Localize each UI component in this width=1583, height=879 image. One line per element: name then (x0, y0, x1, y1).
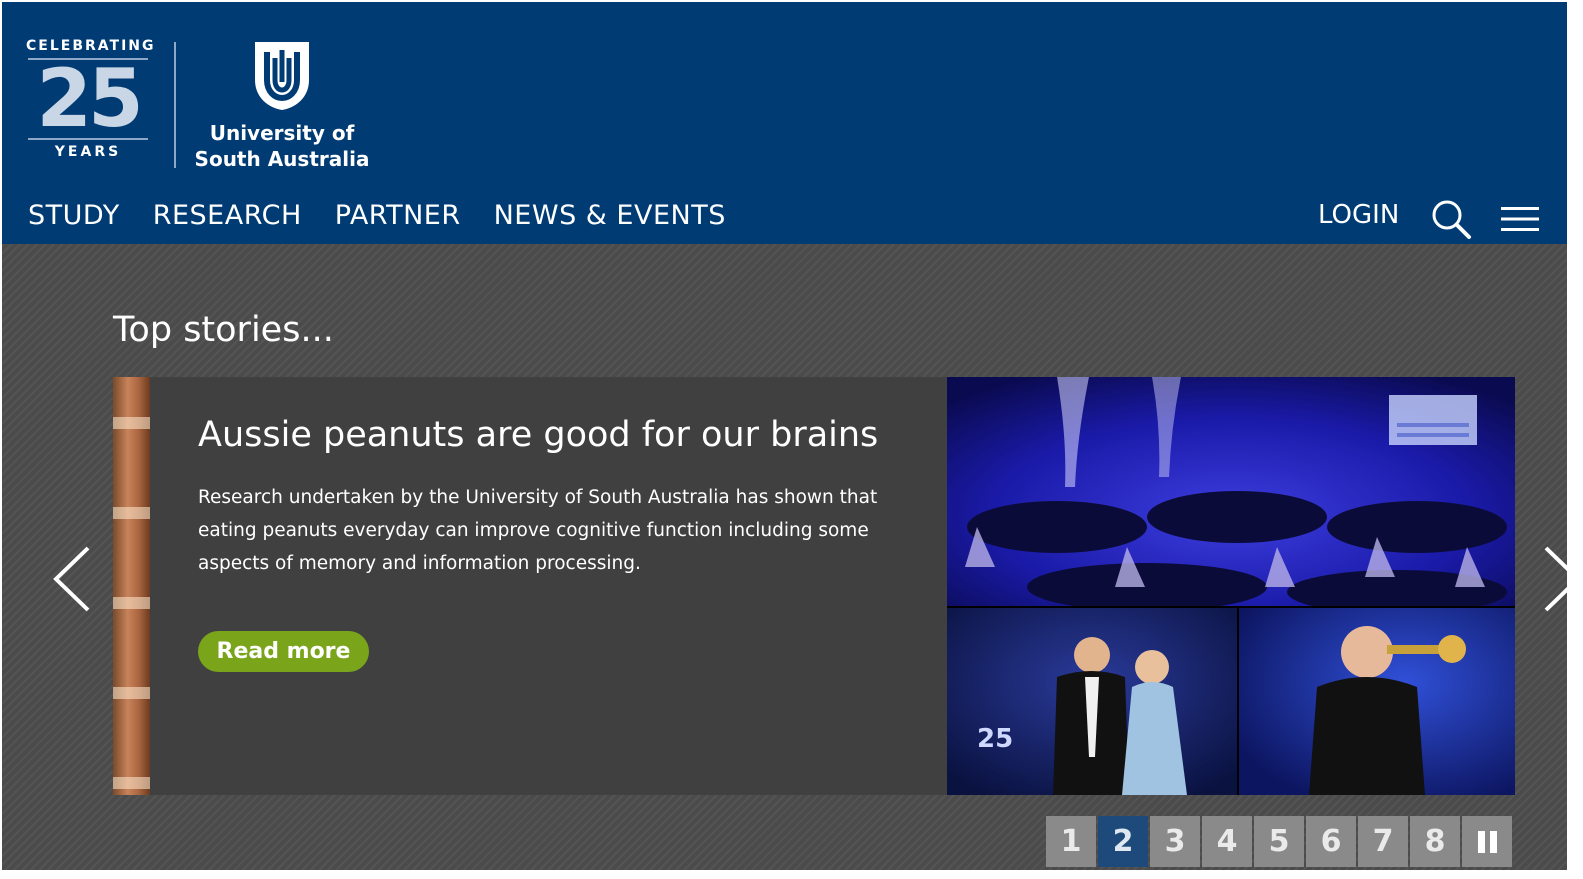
pager-button-3[interactable]: 3 (1150, 816, 1200, 867)
slide-pager: 1 2 3 4 5 6 7 8 (1046, 816, 1512, 867)
nav-partner[interactable]: PARTNER (335, 200, 461, 231)
university-logo[interactable]: University of South Australia (192, 40, 372, 172)
pager-button-4[interactable]: 4 (1202, 816, 1252, 867)
logo-divider (174, 42, 176, 168)
nav-news-events[interactable]: NEWS & EVENTS (494, 200, 726, 231)
story-slide: Aussie peanuts are good for our brains R… (113, 377, 1515, 795)
university-name-line1: University of (209, 121, 355, 145)
pager-button-1[interactable]: 1 (1046, 816, 1096, 867)
chevron-right-icon[interactable] (1540, 544, 1567, 614)
pause-icon (1477, 830, 1485, 853)
nav-research[interactable]: RESEARCH (153, 200, 302, 231)
hamburger-menu-icon[interactable] (1501, 205, 1539, 233)
shield-icon (255, 42, 309, 110)
pause-button[interactable] (1462, 816, 1512, 867)
main-nav: STUDY RESEARCH PARTNER NEWS & EVENTS (28, 200, 726, 231)
anniversary-bottom-text: YEARS (54, 144, 122, 160)
story-summary: Research undertaken by the University of… (198, 487, 878, 574)
section-title: Top stories... (113, 310, 334, 350)
pager-button-8[interactable]: 8 (1410, 816, 1460, 867)
chevron-left-icon[interactable] (48, 544, 92, 614)
login-link[interactable]: LOGIN (1318, 200, 1399, 230)
previous-slide-peek (113, 377, 150, 795)
story-title[interactable]: Aussie peanuts are good for our brains (198, 415, 878, 455)
search-icon[interactable] (1430, 198, 1472, 240)
nav-study[interactable]: STUDY (28, 200, 120, 231)
pager-button-5[interactable]: 5 (1254, 816, 1304, 867)
page: CELEBRATING 25 YEARS University of South… (2, 2, 1567, 870)
university-name-line2: South Australia (194, 147, 370, 171)
pager-button-7[interactable]: 7 (1358, 816, 1408, 867)
anniversary-logo[interactable]: CELEBRATING 25 YEARS (26, 38, 154, 172)
svg-text:25: 25 (977, 724, 1013, 754)
read-more-button[interactable]: Read more (198, 631, 369, 672)
pause-icon (1489, 830, 1497, 853)
top-stories-section: Top stories... Aussie peanuts are good f… (2, 244, 1567, 870)
site-header: CELEBRATING 25 YEARS University of South… (2, 2, 1567, 244)
event-photo-collage: 25 (947, 377, 1515, 795)
anniversary-number: 25 (36, 52, 143, 145)
pager-button-2[interactable]: 2 (1098, 816, 1148, 867)
pager-button-6[interactable]: 6 (1306, 816, 1356, 867)
